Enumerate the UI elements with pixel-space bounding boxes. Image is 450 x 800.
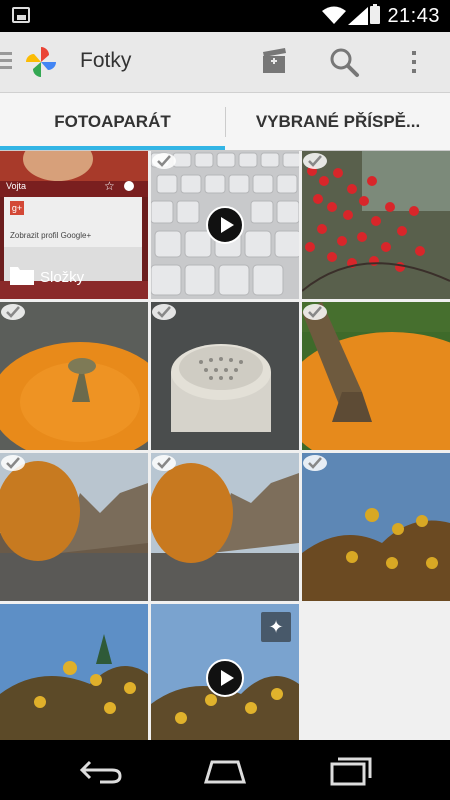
folder-icon <box>10 267 34 285</box>
pumpkin-landscape-image <box>151 453 299 601</box>
back-icon[interactable] <box>76 754 126 786</box>
tab-featured-posts[interactable]: VYBRANÉ PŘÍSPĚ... <box>226 93 450 151</box>
drawer-menu-icon[interactable] <box>0 52 12 72</box>
play-icon <box>206 659 244 697</box>
wifi-icon <box>322 6 346 24</box>
pumpkin-stem-image <box>302 302 450 450</box>
tab-bar: FOTOAPARÁT VYBRANÉ PŘÍSPĚ... <box>0 93 450 151</box>
backup-check-icon <box>152 153 176 169</box>
backup-check-icon <box>152 304 176 320</box>
video-thumbnail-autumn[interactable]: ✦ <box>151 604 299 740</box>
photo-grid[interactable]: Vojta ☆ g+ Zobrazit profil Google+ Složk… <box>0 151 450 740</box>
backup-check-icon <box>303 455 327 471</box>
backup-check-icon <box>303 304 327 320</box>
app-bar: Fotky <box>0 32 450 93</box>
photo-thumbnail-pumpkin-landscape-2[interactable] <box>151 453 299 601</box>
profile-link[interactable]: Zobrazit profil Google+ <box>10 231 91 240</box>
clock: 21:43 <box>387 5 440 27</box>
star-icon: ☆ <box>104 179 115 193</box>
photo-thumbnail-pumpkin-top[interactable] <box>0 302 148 450</box>
home-icon[interactable] <box>200 754 250 786</box>
folders-tile[interactable]: Vojta ☆ g+ Zobrazit profil Google+ Složk… <box>0 151 148 299</box>
auto-awesome-icon: ✦ <box>261 612 291 642</box>
battery-icon <box>370 4 380 24</box>
search-icon[interactable] <box>326 44 362 80</box>
backup-check-icon <box>1 455 25 471</box>
backup-check-icon <box>303 153 327 169</box>
autumn-shrubs-image <box>0 604 148 740</box>
backup-check-icon <box>1 304 25 320</box>
photos-logo-icon[interactable] <box>22 43 60 81</box>
gallery-notification-icon <box>12 7 30 23</box>
berries-image <box>302 151 450 299</box>
play-icon <box>206 206 244 244</box>
photo-thumbnail-autumn-shrubs-1[interactable] <box>302 453 450 601</box>
google-plus-icon: g+ <box>10 201 24 215</box>
photo-thumbnail-speaker[interactable] <box>151 302 299 450</box>
tab-camera[interactable]: FOTOAPARÁT <box>0 93 225 151</box>
recent-apps-icon[interactable] <box>326 754 376 786</box>
profile-name: Vojta <box>6 181 27 191</box>
add-video-icon[interactable] <box>256 44 292 80</box>
photo-thumbnail-pumpkin-stem[interactable] <box>302 302 450 450</box>
folders-label: Složky <box>40 269 85 286</box>
pumpkin-landscape-image <box>0 453 148 601</box>
speaker-image <box>151 302 299 450</box>
photo-thumbnail-autumn-shrubs-2[interactable] <box>0 604 148 740</box>
video-thumbnail-keyboard[interactable] <box>151 151 299 299</box>
pumpkin-top-image <box>0 302 148 450</box>
photo-thumbnail-pumpkin-landscape-1[interactable] <box>0 453 148 601</box>
backup-check-icon <box>152 455 176 471</box>
overflow-menu-icon[interactable] <box>396 44 432 80</box>
signal-icon <box>348 7 368 25</box>
app-title: Fotky <box>80 49 132 72</box>
photo-thumbnail-berries[interactable] <box>302 151 450 299</box>
status-bar: 21:43 <box>0 0 450 32</box>
autumn-shrubs-image <box>302 453 450 601</box>
profile-chip-icon <box>124 181 134 191</box>
navigation-bar <box>0 740 450 800</box>
